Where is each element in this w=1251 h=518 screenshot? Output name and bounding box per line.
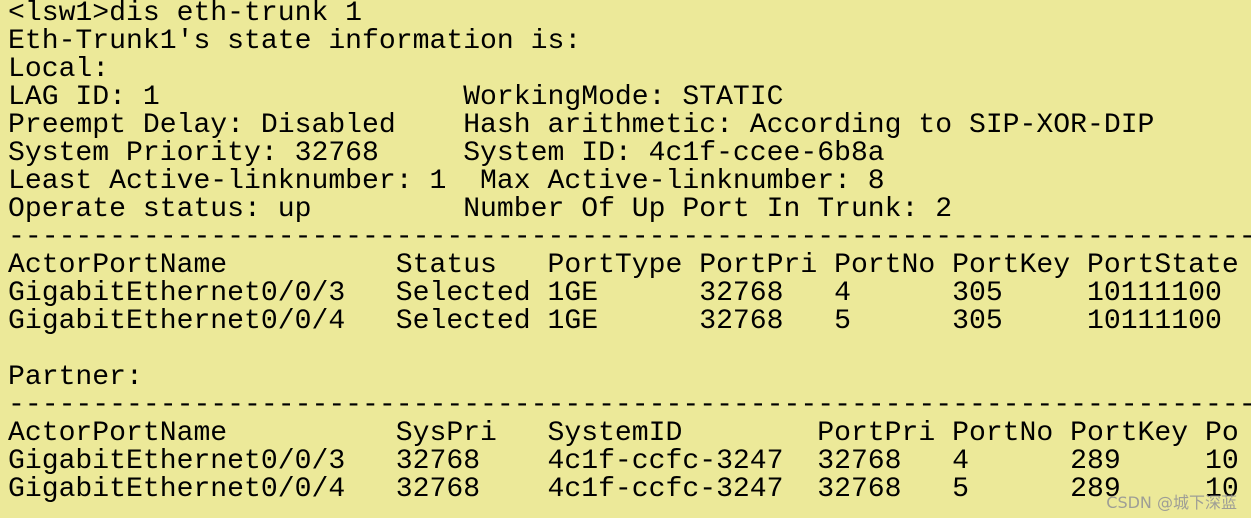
- terminal-line-partner-table-header: ActorPortName SysPri SystemID PortPri Po…: [8, 418, 1239, 449]
- terminal-line-operate-status: Operate status: up Number Of Up Port In …: [8, 194, 953, 225]
- terminal-line-partner-row: GigabitEthernet0/0/3 32768 4c1f-ccfc-324…: [8, 446, 1239, 477]
- terminal-line-local-table-header: ActorPortName Status PortType PortPri Po…: [8, 250, 1239, 281]
- terminal-line-divider: ----------------------------------------…: [8, 390, 1251, 421]
- terminal-line-partner-header: Partner:: [8, 362, 143, 393]
- terminal-line-lag-id: LAG ID: 1 WorkingMode: STATIC: [8, 82, 784, 113]
- terminal-line-preempt-delay: Preempt Delay: Disabled Hash arithmetic:…: [8, 110, 1155, 141]
- terminal-line-title: Eth-Trunk1's state information is:: [8, 26, 582, 57]
- terminal-output[interactable]: <lsw1>dis eth-trunk 1 Eth-Trunk1's state…: [0, 0, 1251, 518]
- terminal-line-command: <lsw1>dis eth-trunk 1: [8, 0, 363, 29]
- terminal-line-local-row: GigabitEthernet0/0/4 Selected 1GE 32768 …: [8, 306, 1222, 337]
- terminal-line-least-active: Least Active-linknumber: 1 Max Active-li…: [8, 166, 885, 197]
- terminal-line-divider: ----------------------------------------…: [8, 222, 1251, 253]
- terminal-line-local-row: GigabitEthernet0/0/3 Selected 1GE 32768 …: [8, 278, 1222, 309]
- csdn-watermark: CSDN @城下深蓝: [1106, 493, 1237, 512]
- terminal-line-partner-row: GigabitEthernet0/0/4 32768 4c1f-ccfc-324…: [8, 474, 1239, 505]
- terminal-line-system-priority: System Priority: 32768 System ID: 4c1f-c…: [8, 138, 885, 169]
- terminal-line-local-header: Local:: [8, 54, 110, 85]
